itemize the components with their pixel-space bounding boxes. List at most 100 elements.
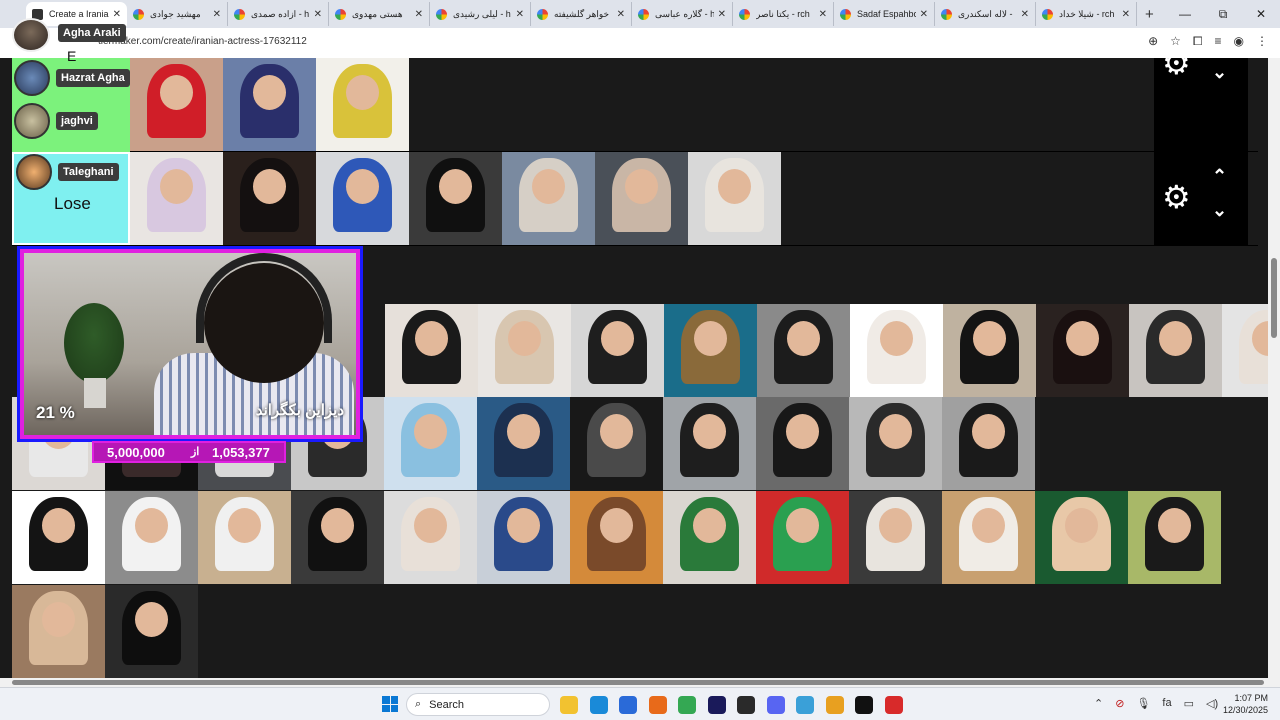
- obs-icon[interactable]: [737, 696, 755, 714]
- actress-photo[interactable]: [130, 152, 223, 245]
- browser-tab[interactable]: خواهر گلشیفته ✕: [531, 2, 632, 26]
- vlc-icon[interactable]: [825, 696, 844, 714]
- browser-tab[interactable]: لاله اسکندری - ✕: [935, 2, 1036, 26]
- actress-photo[interactable]: [409, 152, 502, 245]
- actress-photo[interactable]: [942, 491, 1035, 584]
- browser-tab[interactable]: شیلا خداد - rch ✕: [1036, 2, 1137, 26]
- premiere-icon[interactable]: [707, 696, 726, 714]
- actress-photo[interactable]: [570, 397, 663, 490]
- zoom-icon[interactable]: ⊕: [1148, 34, 1158, 49]
- actress-photo[interactable]: [385, 304, 478, 397]
- browser-tab[interactable]: لیلی رشیدی - h ✕: [430, 2, 531, 26]
- microphone-icon[interactable]: 🎙︎: [1136, 697, 1150, 710]
- chrome-icon[interactable]: [678, 696, 696, 714]
- network-icon[interactable]: ▭: [1184, 697, 1194, 710]
- actress-photo[interactable]: [130, 58, 223, 151]
- actress-photo[interactable]: [223, 58, 316, 151]
- maximize-button[interactable]: ⧉: [1204, 0, 1242, 28]
- actress-photo[interactable]: [942, 397, 1035, 490]
- language-indicator[interactable]: fa: [1162, 697, 1171, 710]
- volume-icon[interactable]: ◁): [1206, 697, 1218, 710]
- close-tab-icon[interactable]: ✕: [718, 9, 726, 20]
- new-tab-button[interactable]: +: [1145, 6, 1154, 23]
- actress-photo[interactable]: [757, 304, 850, 397]
- close-tab-icon[interactable]: ✕: [415, 9, 423, 20]
- actress-photo[interactable]: [502, 152, 595, 245]
- file-explorer-icon[interactable]: [560, 696, 578, 714]
- gear-icon[interactable]: ⚙: [1162, 44, 1191, 82]
- browser-tab[interactable]: یکتا ناصر - rch ✕: [733, 2, 834, 26]
- minimize-button[interactable]: —: [1166, 0, 1204, 28]
- chevron-down-icon[interactable]: ⌄: [1212, 62, 1227, 83]
- actress-photo[interactable]: [478, 304, 571, 397]
- discord-icon[interactable]: [766, 696, 785, 714]
- actress-photo[interactable]: [663, 397, 756, 490]
- actress-photo[interactable]: [105, 491, 198, 584]
- horizontal-scrollbar[interactable]: [0, 678, 1280, 687]
- tier-label[interactable]: E Hazrat Agha jaghvi: [12, 48, 130, 152]
- vertical-scrollbar[interactable]: [1268, 58, 1280, 678]
- close-tab-icon[interactable]: ✕: [314, 9, 322, 20]
- actress-photo[interactable]: [850, 304, 943, 397]
- browser-tab[interactable]: گلاره عباسی - h ✕: [632, 2, 733, 26]
- notepad-icon[interactable]: [796, 696, 814, 714]
- browser-tab[interactable]: مهشید جوادی ✕: [127, 2, 228, 26]
- actress-photo[interactable]: [756, 397, 849, 490]
- close-tab-icon[interactable]: ✕: [1021, 9, 1029, 20]
- actress-photo[interactable]: [12, 585, 105, 678]
- actress-photo[interactable]: [943, 304, 1036, 397]
- actress-photo[interactable]: [12, 491, 105, 584]
- actress-photo[interactable]: [664, 304, 757, 397]
- clock[interactable]: 1:07 PM 12/30/2025: [1223, 692, 1268, 716]
- actress-photo[interactable]: [316, 152, 409, 245]
- taskbar-search[interactable]: ⌕ Search: [406, 693, 550, 716]
- edge-icon[interactable]: [589, 696, 608, 714]
- actress-photo[interactable]: [663, 491, 756, 584]
- epic-games-icon[interactable]: [855, 696, 873, 714]
- scroll-thumb[interactable]: [12, 680, 1264, 685]
- extensions-icon[interactable]: ⧠: [1193, 34, 1203, 49]
- antivirus-icon[interactable]: ⊘: [1115, 697, 1124, 710]
- actress-photo[interactable]: [316, 58, 409, 151]
- close-tab-icon[interactable]: ✕: [113, 9, 121, 20]
- menu-kebab-icon[interactable]: ⋮: [1256, 34, 1268, 49]
- close-tab-icon[interactable]: ✕: [213, 9, 221, 20]
- actress-photo[interactable]: [291, 491, 384, 584]
- tier-label[interactable]: Taleghani Lose: [12, 152, 130, 245]
- scroll-thumb[interactable]: [1271, 258, 1277, 338]
- close-tab-icon[interactable]: ✕: [1122, 9, 1130, 20]
- chevron-up-icon[interactable]: ⌃: [1094, 697, 1103, 710]
- browser-tab[interactable]: هستی مهدوی ✕: [329, 2, 430, 26]
- browser-tab[interactable]: Sadaf Espahbo ✕: [834, 2, 935, 26]
- actress-photo[interactable]: [1128, 491, 1221, 584]
- actress-photo[interactable]: [756, 491, 849, 584]
- actress-photo[interactable]: [223, 152, 316, 245]
- close-tab-icon[interactable]: ✕: [920, 9, 928, 20]
- actress-photo[interactable]: [595, 152, 688, 245]
- actress-photo[interactable]: [477, 397, 570, 490]
- windows-start-icon[interactable]: [382, 696, 398, 712]
- actress-photo[interactable]: [384, 491, 477, 584]
- actress-photo[interactable]: [849, 491, 942, 584]
- actress-photo[interactable]: [849, 397, 942, 490]
- actress-photo[interactable]: [1036, 304, 1129, 397]
- close-tab-icon[interactable]: ✕: [617, 9, 625, 20]
- chevron-up-icon[interactable]: ⌃: [1212, 166, 1227, 187]
- actress-photo[interactable]: [477, 491, 570, 584]
- close-window-button[interactable]: ✕: [1242, 0, 1280, 28]
- close-tab-icon[interactable]: ✕: [819, 9, 827, 20]
- actress-photo[interactable]: [198, 491, 291, 584]
- actress-photo[interactable]: [384, 397, 477, 490]
- actress-photo[interactable]: [688, 152, 781, 245]
- store-icon[interactable]: [619, 696, 637, 714]
- close-tab-icon[interactable]: ✕: [516, 9, 524, 20]
- gear-icon[interactable]: ⚙: [1162, 178, 1191, 216]
- actress-photo[interactable]: [570, 491, 663, 584]
- profile-icon[interactable]: ◉: [1234, 34, 1244, 49]
- media-controls-icon[interactable]: ≡: [1215, 34, 1222, 49]
- firefox-icon[interactable]: [648, 696, 667, 714]
- browser-tab[interactable]: ازاده صمدی - h ✕: [228, 2, 329, 26]
- actress-photo[interactable]: [105, 585, 198, 678]
- actress-photo[interactable]: [571, 304, 664, 397]
- record-icon[interactable]: [884, 696, 903, 714]
